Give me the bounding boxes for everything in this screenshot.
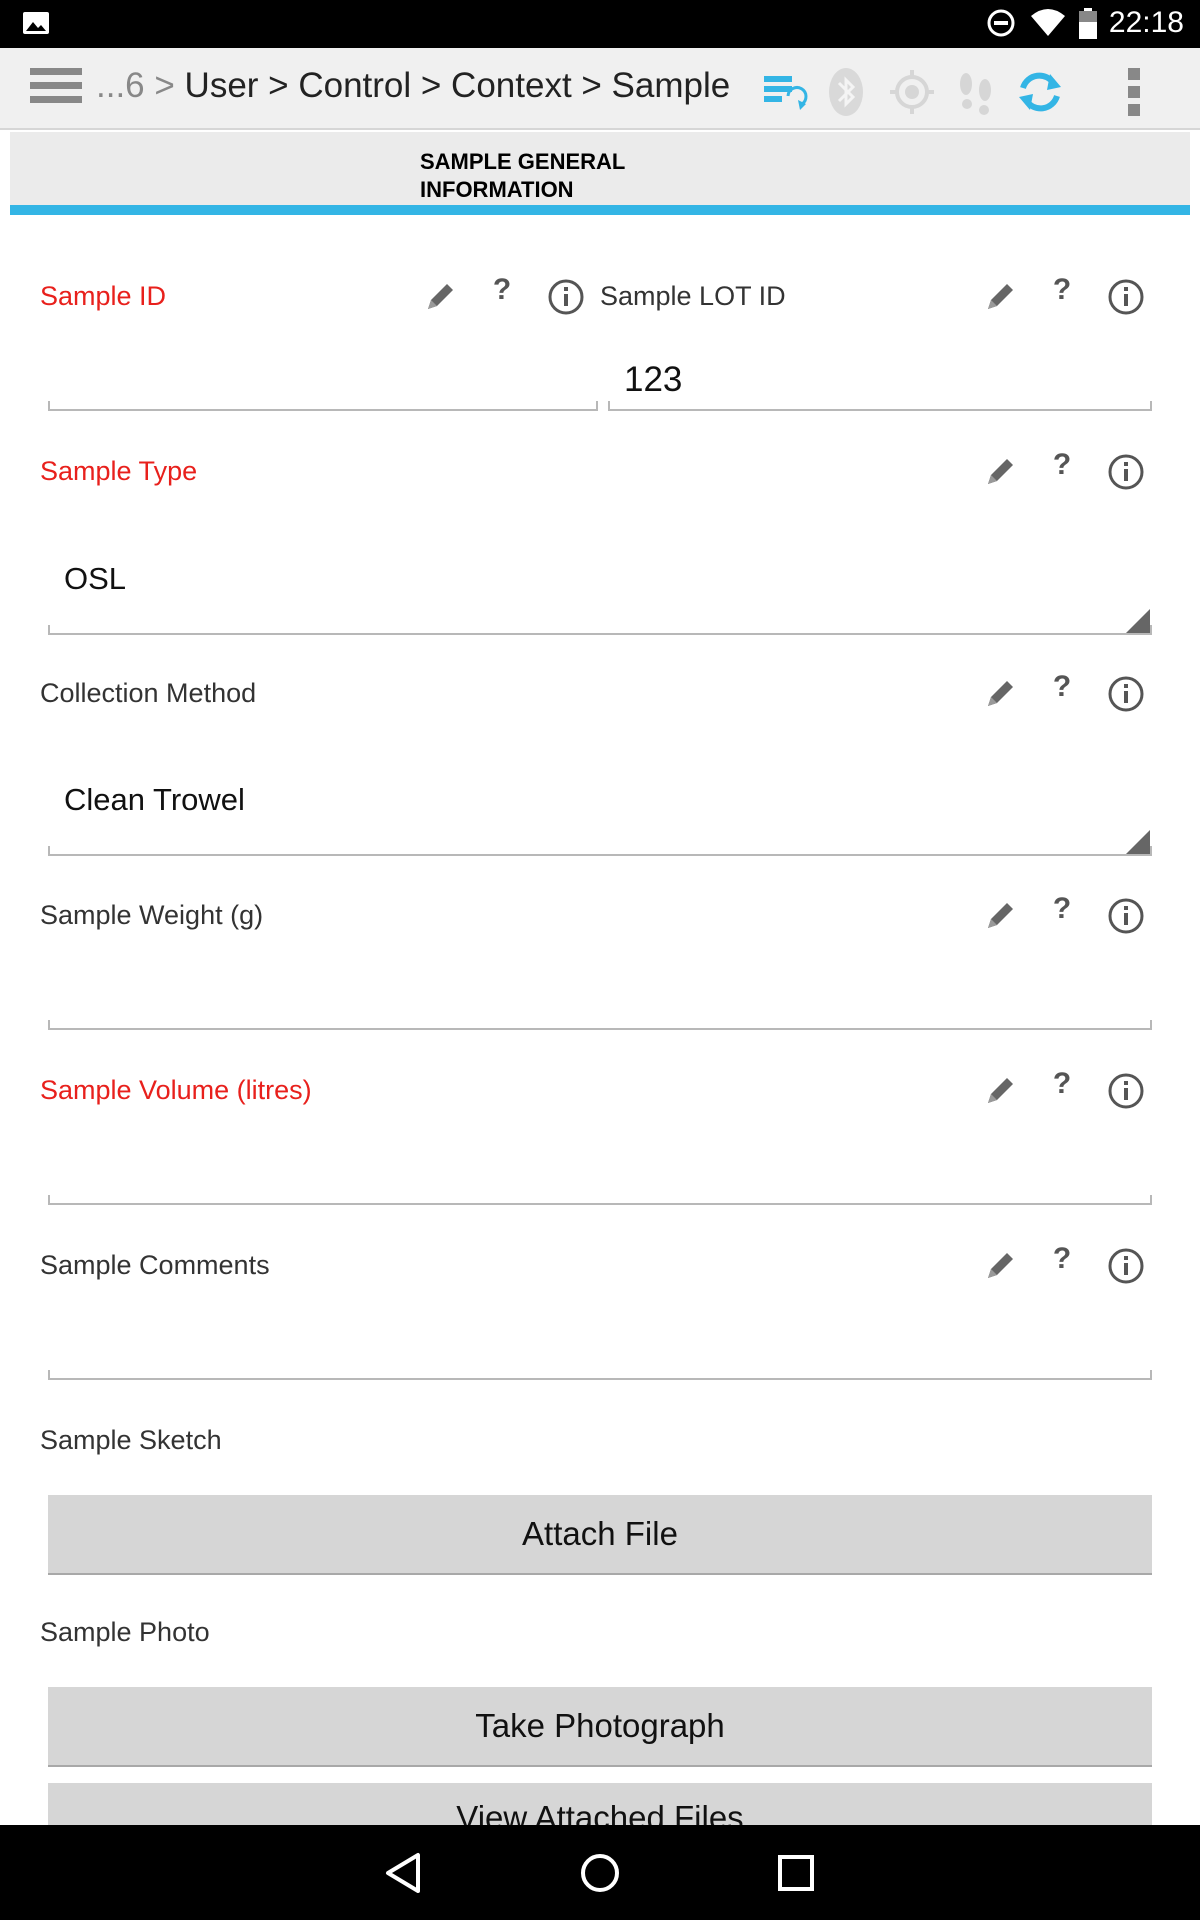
tab-sample-general-information[interactable]: SAMPLE GENERAL INFORMATION	[420, 148, 680, 204]
info-icon[interactable]	[1106, 1246, 1146, 1286]
drawer-menu-icon[interactable]	[30, 68, 82, 110]
help-icon[interactable]: ?	[1042, 448, 1082, 488]
battery-icon	[1079, 8, 1097, 39]
gallery-icon	[23, 12, 49, 34]
info-icon[interactable]	[1106, 674, 1146, 714]
info-icon[interactable]	[546, 277, 586, 317]
recents-icon[interactable]	[770, 1847, 822, 1899]
tab-strip: SAMPLE GENERAL INFORMATION	[10, 132, 1190, 216]
breadcrumb-path[interactable]: User > Control > Context > Sample	[185, 66, 731, 105]
sample-comments-label: Sample Comments	[40, 1250, 270, 1280]
wifi-icon	[1031, 9, 1065, 36]
pencil-icon[interactable]	[980, 452, 1020, 492]
help-icon[interactable]: ?	[1042, 670, 1082, 710]
sample-photo-label: Sample Photo	[40, 1617, 210, 1647]
overflow-menu-icon[interactable]	[1108, 66, 1160, 118]
bluetooth-icon[interactable]	[820, 66, 872, 118]
sample-type-dropdown[interactable]	[48, 625, 1152, 635]
breadcrumb[interactable]: ...6 > User > Control > Context > Sample	[96, 66, 730, 106]
sample-volume-label: Sample Volume (litres)	[40, 1075, 312, 1105]
take-photograph-button[interactable]: Take Photograph	[48, 1687, 1152, 1767]
info-icon[interactable]	[1106, 277, 1146, 317]
do-not-disturb-icon	[987, 9, 1015, 37]
sample-lot-id-label: Sample LOT ID	[600, 281, 786, 311]
help-icon[interactable]: ?	[1042, 1067, 1082, 1107]
sample-sketch-label: Sample Sketch	[40, 1425, 222, 1455]
sample-id-input[interactable]	[48, 401, 598, 411]
help-icon[interactable]: ?	[1042, 273, 1082, 313]
status-bar: 22:18	[0, 0, 1200, 48]
collection-method-dropdown[interactable]	[48, 846, 1152, 856]
sample-weight-input[interactable]	[48, 1020, 1152, 1030]
pencil-icon[interactable]	[980, 277, 1020, 317]
collection-method-label: Collection Method	[40, 678, 257, 708]
home-icon[interactable]	[574, 1847, 626, 1899]
dropdown-arrow-icon[interactable]	[1126, 609, 1150, 633]
pencil-icon[interactable]	[980, 896, 1020, 936]
breadcrumb-prefix[interactable]: ...6 >	[96, 66, 175, 105]
info-icon[interactable]	[1106, 452, 1146, 492]
sync-records-icon[interactable]	[758, 66, 810, 118]
sample-volume-input[interactable]	[48, 1195, 1152, 1205]
view-attached-files-button[interactable]: View Attached Files	[48, 1783, 1152, 1825]
form-content: Sample ID ? Sample LOT ID ? 123 Sample T…	[10, 215, 1190, 1825]
help-icon[interactable]: ?	[1042, 1242, 1082, 1282]
pencil-icon[interactable]	[980, 1246, 1020, 1286]
sample-comments-input[interactable]	[48, 1370, 1152, 1380]
attach-file-button[interactable]: Attach File	[48, 1495, 1152, 1575]
action-bar: ...6 > User > Control > Context > Sample	[0, 48, 1200, 130]
sample-type-label: Sample Type	[40, 456, 198, 486]
tracker-icon[interactable]	[950, 66, 1002, 118]
help-icon[interactable]: ?	[482, 273, 522, 313]
system-nav-bar	[0, 1825, 1200, 1920]
tab-label-line1: SAMPLE GENERAL	[420, 149, 626, 174]
sample-lot-id-value[interactable]: 123	[624, 360, 682, 400]
pencil-icon[interactable]	[420, 277, 460, 317]
sample-type-selected[interactable]: OSL	[64, 561, 126, 597]
pencil-icon[interactable]	[980, 674, 1020, 714]
help-icon[interactable]: ?	[1042, 892, 1082, 932]
back-icon[interactable]	[378, 1847, 430, 1899]
sample-id-label: Sample ID	[40, 281, 167, 311]
info-icon[interactable]	[1106, 896, 1146, 936]
sample-weight-label: Sample Weight (g)	[40, 900, 264, 930]
collection-method-selected[interactable]: Clean Trowel	[64, 782, 245, 818]
sample-lot-id-input[interactable]	[608, 401, 1152, 411]
app-screen: 22:18 ...6 > User > Control > Context > …	[0, 0, 1200, 1920]
refresh-icon[interactable]	[1014, 66, 1066, 118]
info-icon[interactable]	[1106, 1071, 1146, 1111]
gps-icon[interactable]	[886, 66, 938, 118]
tab-indicator	[10, 205, 1190, 215]
pencil-icon[interactable]	[980, 1071, 1020, 1111]
tab-label-line2: INFORMATION	[420, 177, 574, 202]
status-clock: 22:18	[1108, 6, 1184, 39]
dropdown-arrow-icon[interactable]	[1126, 830, 1150, 854]
